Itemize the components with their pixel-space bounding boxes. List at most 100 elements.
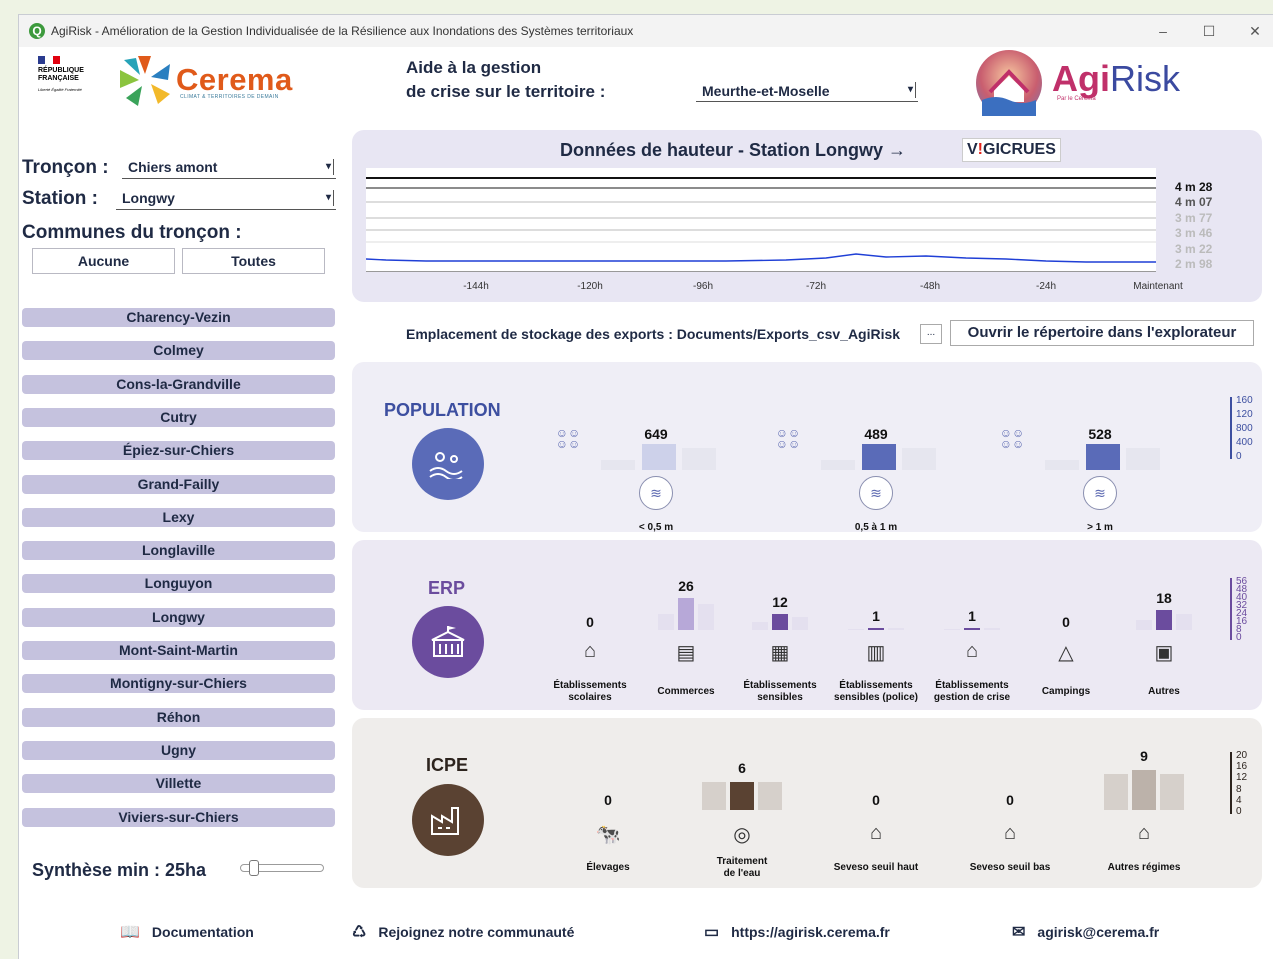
icpe-value: 0 — [604, 792, 612, 808]
scale-tick-label: 160 — [1236, 395, 1253, 406]
commune-item[interactable]: Charency-Vezin — [22, 308, 335, 327]
erp-value: 0 — [1062, 614, 1070, 630]
icpe-label: Seveso seuil bas — [969, 862, 1051, 873]
erp-label: Établissements sensibles (police) — [834, 680, 918, 703]
icpe-bar — [1132, 770, 1156, 810]
select-all-button[interactable]: Toutes — [182, 248, 325, 274]
browse-button[interactable]: ... — [920, 324, 942, 344]
factory-icon: ⌂ — [1137, 822, 1151, 844]
icpe-bar — [758, 782, 782, 810]
icpe-value: 6 — [738, 760, 746, 776]
erp-bar — [772, 614, 788, 630]
station-select[interactable]: Longwy ▾ — [116, 188, 336, 210]
maximize-button[interactable]: ☐ — [1186, 15, 1232, 47]
erp-bar — [964, 628, 980, 630]
erp-bar — [1156, 610, 1172, 630]
level-label: 4 m 28 — [1175, 180, 1213, 194]
commune-item[interactable]: Cons-la-Grandville — [22, 374, 335, 394]
population-value: 649 — [644, 426, 668, 442]
x-tick-label: -24h — [1035, 281, 1057, 292]
commune-item[interactable]: Cutry — [22, 407, 335, 427]
people-icon: ☺☺ ☺☺ — [555, 426, 581, 451]
open-explorer-button[interactable]: Ouvrir le répertoire dans l'explorateur — [950, 320, 1254, 346]
commune-item[interactable]: Réhon — [22, 707, 335, 727]
school-icon: ⌂ — [583, 640, 597, 662]
synthese-label: Synthèse min : 25ha — [32, 860, 207, 880]
republique-francaise-logo: RÉPUBLIQUE FRANÇAISE Liberté Égalité Fra… — [38, 56, 102, 92]
commune-item[interactable]: Colmey — [22, 341, 335, 361]
level-label: 2 m 98 — [1175, 257, 1213, 271]
population-bar — [1126, 448, 1160, 470]
population-bar — [821, 460, 855, 470]
scale-tick-label: 120 — [1236, 409, 1253, 420]
troncon-select[interactable]: Chiers amont ▾ — [122, 157, 336, 179]
erp-bar — [848, 629, 864, 630]
mail-icon: ✉ — [1012, 924, 1026, 941]
scale-tick-label: 0 — [1236, 806, 1242, 817]
agirisk-wordmark: AgiRisk — [1052, 58, 1180, 99]
commune-item[interactable]: Mont-Saint-Martin — [22, 641, 335, 660]
select-none-button[interactable]: Aucune — [32, 248, 175, 274]
commune-item[interactable]: Villette — [22, 774, 335, 794]
documentation-link[interactable]: 📖 Documentation — [120, 922, 254, 942]
erp-bar — [792, 617, 808, 630]
population-bar — [1045, 460, 1079, 470]
commune-item[interactable]: Lexy — [22, 507, 335, 527]
icpe-bar — [702, 782, 726, 810]
erp-title: ERP — [428, 578, 466, 598]
icpe-label: Traitement de l'eau — [716, 856, 768, 879]
community-link[interactable]: ♺ Rejoignez notre communauté — [352, 922, 574, 942]
synthese-slider[interactable] — [240, 860, 324, 876]
police-icon: ▥ — [866, 642, 886, 664]
commune-item[interactable]: Viviers-sur-Chiers — [22, 807, 335, 827]
erp-bar — [868, 628, 884, 630]
erp-bar — [944, 629, 960, 630]
population-bar — [682, 448, 716, 470]
agirisk-tagline: Par le Cerema — [1057, 96, 1096, 102]
population-icon — [412, 428, 484, 500]
erp-value: 0 — [586, 614, 594, 630]
community-icon: ♺ — [352, 924, 367, 941]
water-depth-icon: ≋ — [1083, 476, 1117, 510]
vigicrues-link[interactable]: V!GICRUES — [962, 138, 1061, 162]
chevron-down-icon: ▾ — [908, 82, 916, 98]
scale-tick-label: 8 — [1236, 783, 1242, 795]
commune-item[interactable]: Longwy — [22, 607, 335, 627]
website-link[interactable]: ▭ https://agirisk.cerema.fr — [704, 922, 890, 942]
erp-building-icon — [412, 606, 484, 678]
app-icon: Q — [29, 23, 45, 39]
troncon-label: Tronçon : — [22, 157, 109, 178]
x-tick-label: -96h — [692, 281, 714, 292]
icpe-label: Seveso seuil haut — [833, 862, 919, 873]
station-label: Station : — [22, 188, 98, 209]
commune-item[interactable]: Longlaville — [22, 541, 335, 561]
minimize-button[interactable]: – — [1140, 15, 1186, 47]
hospital-icon: ▦ — [770, 642, 790, 664]
commune-item[interactable]: Longuyon — [22, 574, 335, 594]
scale-tick-label: 20 — [1236, 750, 1248, 761]
erp-value: 18 — [1156, 590, 1172, 606]
building-icon: ▣ — [1154, 642, 1174, 664]
commune-item[interactable]: Épiez-sur-Chiers — [22, 441, 335, 461]
erp-label: Commerces — [657, 686, 715, 697]
commune-item[interactable]: Grand-Failly — [22, 474, 335, 494]
x-tick-label: -48h — [919, 281, 941, 292]
erp-label: Autres — [1148, 686, 1180, 697]
close-button[interactable]: ✕ — [1232, 15, 1273, 47]
icpe-bar — [730, 782, 754, 810]
chevron-down-icon: ▾ — [326, 159, 334, 175]
departement-select[interactable]: Meurthe-et-Moselle ▾ — [696, 80, 918, 102]
icpe-value: 9 — [1140, 748, 1148, 764]
erp-label: Établissements gestion de crise — [933, 680, 1011, 703]
erp-label: Établissements sensibles — [743, 680, 817, 703]
commune-item[interactable]: Montigny-sur-Chiers — [22, 674, 335, 694]
erp-value: 1 — [872, 608, 880, 624]
slider-handle[interactable] — [249, 860, 259, 876]
scale-axis — [1230, 578, 1232, 640]
water-level-chart — [366, 168, 1156, 272]
crisis-management-title: Aide à la gestion de crise sur le territ… — [406, 58, 606, 101]
commune-item[interactable]: Ugny — [22, 740, 335, 760]
x-tick-label: -120h — [577, 281, 603, 292]
shop-icon: ▤ — [676, 642, 696, 664]
email-link[interactable]: ✉ agirisk@cerema.fr — [1012, 922, 1159, 942]
